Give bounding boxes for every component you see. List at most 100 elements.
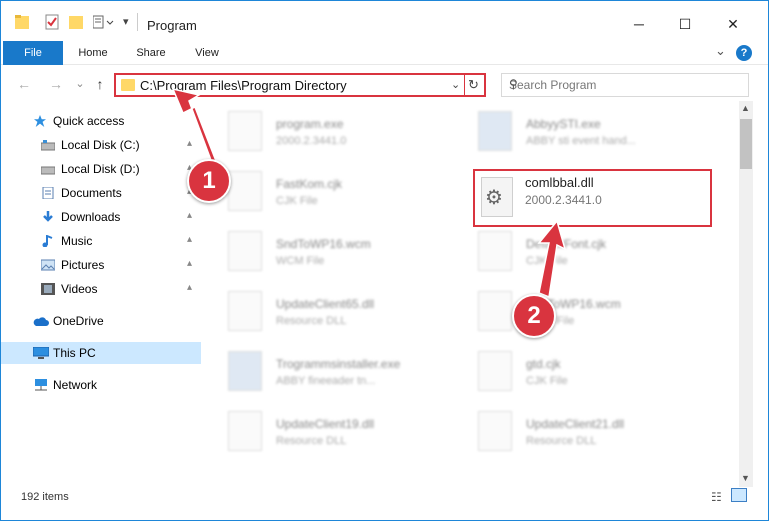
search-input[interactable]: Search Program ⚲	[501, 73, 749, 97]
file-name: UpdateClient19.dll	[276, 417, 375, 431]
scrollbar-thumb[interactable]	[740, 119, 752, 169]
navigation-pane: Quick access Local Disk (C:) ▴ Local Dis…	[1, 101, 202, 481]
sidebar-item-network[interactable]: Network	[1, 374, 201, 396]
list-item[interactable]: DefaultFont.cjk CJK File	[466, 225, 696, 281]
scroll-up-icon[interactable]: ▲	[741, 103, 750, 113]
address-dropdown-icon[interactable]: ⌄	[451, 78, 460, 91]
pin-icon: ▴	[187, 234, 193, 245]
item-count: 192 items	[21, 491, 69, 503]
file-icon	[478, 111, 512, 151]
step-badge-2: 2	[512, 294, 556, 338]
file-icon	[228, 411, 262, 451]
file-icon	[478, 351, 512, 391]
file-icon	[478, 291, 512, 331]
file-meta: Resource DLL	[276, 435, 347, 447]
back-button[interactable]: ←	[15, 75, 33, 93]
sidebar-item-local-disk-c[interactable]: Local Disk (C:) ▴	[1, 134, 201, 156]
address-path: C:\Program Files\Program Directory	[140, 78, 347, 93]
drive-icon	[41, 140, 55, 151]
file-list: program.exe 2000.2.3441.0 AbbyySTI.exe A…	[216, 101, 739, 481]
sidebar-item-local-disk-d[interactable]: Local Disk (D:) ▴	[1, 158, 201, 180]
large-icons-view-icon[interactable]	[731, 488, 747, 502]
network-icon	[35, 379, 47, 391]
list-item[interactable]: gtd.cjk CJK File	[466, 345, 696, 401]
file-meta: 2000.2.3441.0	[525, 193, 602, 207]
file-icon	[478, 231, 512, 271]
sidebar-item-onedrive[interactable]: OneDrive	[1, 310, 201, 332]
file-name: comlbbal.dll	[525, 175, 594, 190]
refresh-icon[interactable]: ↻	[468, 77, 479, 93]
file-name: FastKom.cjk	[276, 177, 343, 191]
file-meta: CJK File	[526, 375, 568, 387]
music-icon	[42, 235, 53, 247]
pc-icon	[33, 347, 49, 359]
sidebar-item-label: Local Disk (C:)	[61, 138, 140, 152]
video-icon	[41, 283, 55, 295]
status-bar: 192 items ☷	[1, 487, 768, 509]
new-folder-icon[interactable]	[69, 13, 83, 31]
sidebar-item-this-pc[interactable]: This PC	[1, 342, 201, 364]
list-item[interactable]: UpdateClient21.dll Resource DLL	[466, 405, 696, 461]
ribbon-tabs: File Home Share View ⌄ ?	[1, 41, 768, 97]
file-name: Trogrammsinstaller.exe	[276, 357, 401, 371]
sidebar-item-label: Local Disk (D:)	[61, 162, 140, 176]
forward-button[interactable]: →	[47, 75, 65, 93]
minimize-button[interactable]: ─	[616, 9, 662, 39]
list-item[interactable]: SndToWP16.wcm WCM File	[216, 225, 446, 281]
sidebar-item-pictures[interactable]: Pictures ▴	[1, 254, 201, 276]
file-name: UpdateClient65.dll	[276, 297, 375, 311]
scroll-down-icon[interactable]: ▼	[741, 473, 750, 483]
list-item[interactable]: UpdateClient19.dll Resource DLL	[216, 405, 446, 461]
vertical-scrollbar[interactable]: ▲ ▼	[739, 101, 753, 487]
recent-locations-icon[interactable]: ⌄	[71, 75, 89, 93]
gear-icon: ⚙	[485, 187, 503, 209]
file-name: gtd.cjk	[526, 357, 561, 371]
divider	[137, 13, 138, 31]
properties-icon[interactable]	[45, 13, 59, 31]
file-icon	[228, 231, 262, 271]
details-view-icon[interactable]: ☷	[711, 490, 722, 504]
drive-icon	[41, 166, 55, 175]
pictures-icon	[41, 259, 55, 271]
ribbon-collapse-icon[interactable]: ⌄	[715, 43, 726, 59]
up-button[interactable]: ↑	[91, 75, 109, 93]
address-bar[interactable]: C:\Program Files\Program Directory ⌄ ↻	[114, 73, 486, 97]
tab-home[interactable]: Home	[67, 41, 119, 65]
list-item[interactable]: AbbyySTI.exe ABBY sti event hand...	[466, 105, 696, 161]
file-meta: 2000.2.3441.0	[276, 135, 347, 147]
folder-icon	[15, 15, 29, 29]
sidebar-item-label: Videos	[61, 282, 98, 296]
search-icon: ⚲	[509, 77, 518, 91]
list-item[interactable]: FastKom.cjk CJK File	[216, 165, 446, 221]
file-meta: ABBY fineeader tn...	[276, 375, 376, 387]
window-title: Program	[147, 18, 197, 33]
maximize-button[interactable]: ☐	[662, 9, 708, 39]
file-meta: WCM File	[276, 255, 325, 267]
file-explorer-window: ▾ Program ─ ☐ ✕ File Home Share View ⌄ ?…	[0, 0, 769, 521]
sidebar-item-videos[interactable]: Videos ▴	[1, 278, 201, 300]
close-button[interactable]: ✕	[710, 9, 756, 39]
customize-toolbar-icon[interactable]	[93, 13, 115, 31]
title-bar: ▾ Program ─ ☐ ✕	[1, 1, 768, 39]
sidebar-item-label: Network	[53, 378, 98, 392]
file-meta: Resource DLL	[526, 435, 597, 447]
sidebar-item-downloads[interactable]: Downloads ▴	[1, 206, 201, 228]
list-item[interactable]: Trogrammsinstaller.exe ABBY fineeader tn…	[216, 345, 446, 401]
help-icon[interactable]: ?	[736, 45, 752, 61]
folder-icon	[121, 79, 135, 91]
tab-share[interactable]: Share	[125, 41, 177, 65]
quick-access-dropdown-icon[interactable]: ▾	[123, 15, 129, 33]
pin-icon: ▴	[187, 138, 193, 149]
sidebar-item-label: Pictures	[61, 258, 105, 272]
file-meta: ABBY sti event hand...	[526, 135, 636, 147]
pin-icon: ▴	[187, 258, 193, 269]
file-name: program.exe	[276, 117, 344, 131]
sidebar-item-music[interactable]: Music ▴	[1, 230, 201, 252]
list-item[interactable]: SndToWP16.wcm WCM File	[466, 285, 696, 341]
tab-view[interactable]: View	[183, 41, 231, 65]
sidebar-item-documents[interactable]: Documents ▴	[1, 182, 201, 204]
highlighted-file-item[interactable]: ⚙ comlbbal.dll 2000.2.3441.0	[473, 169, 712, 227]
list-item[interactable]: program.exe 2000.2.3441.0	[216, 105, 446, 161]
sidebar-item-quick-access[interactable]: Quick access	[1, 110, 201, 132]
list-item[interactable]: UpdateClient65.dll Resource DLL	[216, 285, 446, 341]
